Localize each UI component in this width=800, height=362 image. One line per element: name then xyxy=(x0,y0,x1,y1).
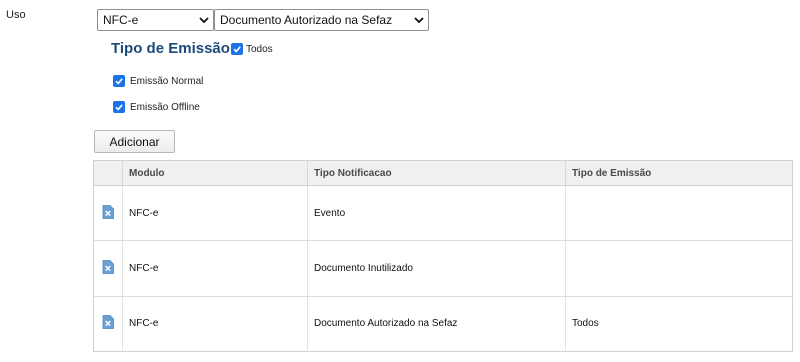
emissao-offline-label: Emissão Offline xyxy=(130,101,200,113)
delete-document-icon[interactable] xyxy=(102,315,114,332)
table-header-row: Modulo Tipo Notificacao Tipo de Emissão xyxy=(93,160,793,186)
cell-tipo-notificacao: Evento xyxy=(307,185,566,242)
column-header-modulo: Modulo xyxy=(122,160,308,186)
delete-cell xyxy=(94,296,123,351)
column-header-icon xyxy=(93,160,123,186)
table-row: NFC-e Documento Inutilizado xyxy=(93,240,793,297)
delete-document-icon[interactable] xyxy=(102,260,114,277)
modulo-select[interactable]: NFC-e xyxy=(97,9,214,31)
todos-label: Todos xyxy=(246,43,273,55)
emissao-normal-checkbox[interactable] xyxy=(113,75,125,87)
emissao-normal-label: Emissão Normal xyxy=(130,75,204,87)
cell-tipo-emissao xyxy=(565,185,793,242)
table-row: NFC-e Documento Autorizado na Sefaz Todo… xyxy=(94,296,793,352)
todos-checkbox[interactable] xyxy=(231,43,243,55)
cell-tipo-notificacao: Documento Autorizado na Sefaz xyxy=(307,296,566,352)
chevron-down-icon xyxy=(195,10,213,30)
cell-modulo: NFC-e xyxy=(122,296,308,352)
notificacoes-table: Modulo Tipo Notificacao Tipo de Emissão … xyxy=(93,160,793,352)
cell-tipo-emissao: Todos xyxy=(565,296,793,352)
emissao-offline-option[interactable]: Emissão Offline xyxy=(113,101,200,113)
column-header-tipo-emissao: Tipo de Emissão xyxy=(565,160,793,186)
cell-modulo: NFC-e xyxy=(122,240,308,297)
todos-option[interactable]: Todos xyxy=(231,43,273,55)
adicionar-button[interactable]: Adicionar xyxy=(94,130,175,153)
tipo-emissao-title: Tipo de Emissão xyxy=(111,40,230,57)
cell-tipo-notificacao: Documento Inutilizado xyxy=(307,240,566,297)
modulo-select-value: NFC-e xyxy=(103,13,139,27)
delete-cell xyxy=(93,185,123,242)
delete-cell xyxy=(93,240,123,297)
delete-document-icon[interactable] xyxy=(102,204,114,222)
cell-tipo-emissao xyxy=(565,240,793,297)
column-header-tipo-notificacao: Tipo Notificacao xyxy=(307,160,566,186)
uso-label: Uso xyxy=(6,9,26,21)
tipo-notificacao-select-value: Documento Autorizado na Sefaz xyxy=(220,13,393,27)
chevron-down-icon xyxy=(410,10,428,30)
table-row: NFC-e Evento xyxy=(93,185,793,242)
emissao-normal-option[interactable]: Emissão Normal xyxy=(113,75,203,87)
emissao-offline-checkbox[interactable] xyxy=(113,101,125,113)
cell-modulo: NFC-e xyxy=(122,185,308,242)
tipo-notificacao-select[interactable]: Documento Autorizado na Sefaz xyxy=(214,9,429,31)
